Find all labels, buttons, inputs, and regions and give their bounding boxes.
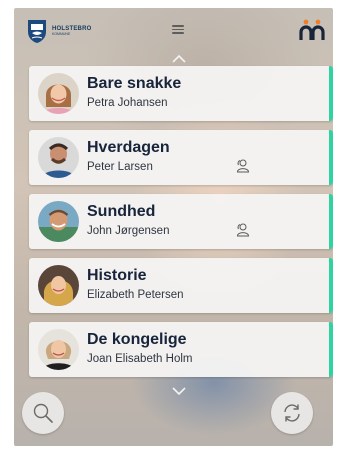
- card-title: Sundhed: [87, 203, 156, 220]
- avatar: [38, 73, 79, 114]
- search-button[interactable]: [22, 392, 64, 434]
- accent-bar: [329, 130, 333, 185]
- card-person-name: Joan Elisabeth Holm: [87, 353, 193, 365]
- refresh-icon: [284, 404, 300, 422]
- app-screen: HOLSTEBRO KOMMUNE Bare snakke Petra Joha…: [14, 8, 333, 446]
- card-person-name: Petra Johansen: [87, 97, 168, 109]
- card-person-name: John Jørgensen: [87, 225, 170, 237]
- accent-bar: [329, 322, 333, 377]
- list-item[interactable]: De kongelige Joan Elisabeth Holm: [29, 322, 333, 377]
- crest-icon: [28, 20, 46, 43]
- top-bar: HOLSTEBRO KOMMUNE: [14, 8, 333, 52]
- municipality-logo: HOLSTEBRO KOMMUNE: [26, 18, 91, 44]
- avatar: [38, 265, 79, 306]
- list-item[interactable]: Sundhed John Jørgensen: [29, 194, 333, 249]
- avatar: [38, 137, 79, 178]
- avatar: [38, 329, 79, 370]
- list-item[interactable]: Hverdagen Peter Larsen: [29, 130, 333, 185]
- card-title: De kongelige: [87, 331, 187, 348]
- card-title: Historie: [87, 267, 147, 284]
- logo-line-1: HOLSTEBRO: [52, 25, 92, 32]
- card-person-name: Elizabeth Petersen: [87, 289, 184, 301]
- brand-logo-icon: [299, 19, 325, 40]
- chevron-down-icon[interactable]: [172, 386, 186, 396]
- search-icon: [33, 403, 53, 423]
- refresh-button[interactable]: [271, 392, 313, 434]
- card-title: Bare snakke: [87, 75, 182, 92]
- chevron-up-icon[interactable]: [172, 54, 186, 64]
- conversation-list: Bare snakke Petra Johansen Hverdagen Pet…: [29, 66, 333, 386]
- avatar: [38, 201, 79, 242]
- list-item[interactable]: Historie Elizabeth Petersen: [29, 258, 333, 313]
- accent-bar: [329, 194, 333, 249]
- list-item[interactable]: Bare snakke Petra Johansen: [29, 66, 333, 121]
- card-person-name: Peter Larsen: [87, 161, 153, 173]
- group-icon: [236, 159, 250, 173]
- group-icon: [236, 223, 250, 237]
- accent-bar: [329, 258, 333, 313]
- card-title: Hverdagen: [87, 139, 170, 156]
- logo-line-2: KOMMUNE: [52, 31, 71, 36]
- accent-bar: [329, 66, 333, 121]
- hamburger-icon[interactable]: [172, 25, 184, 34]
